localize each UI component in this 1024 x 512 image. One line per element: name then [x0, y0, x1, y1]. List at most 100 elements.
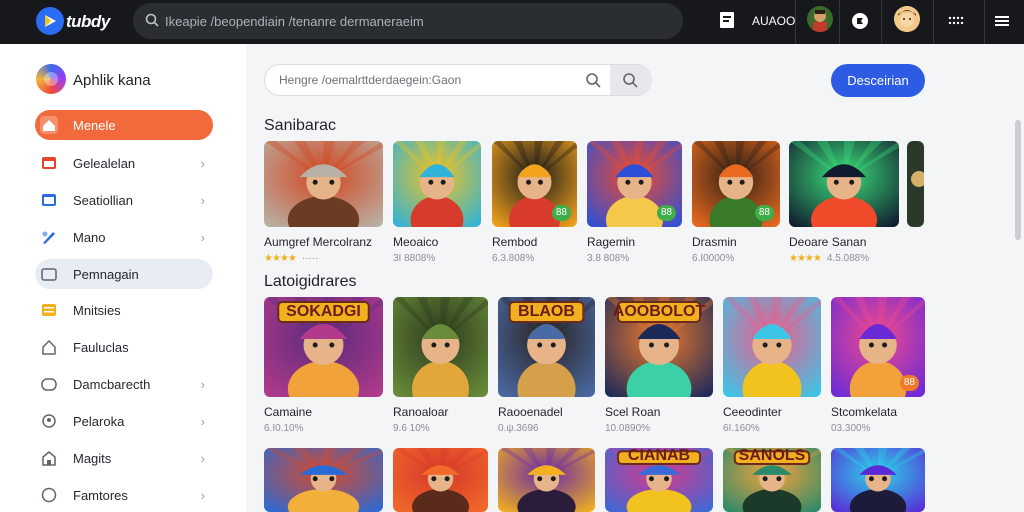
- game-card-partial[interactable]: [907, 141, 924, 227]
- game-card[interactable]: [264, 448, 383, 512]
- game-thumbnail[interactable]: SOKADGI: [264, 297, 383, 397]
- game-thumbnail[interactable]: [264, 141, 383, 227]
- tag-icon: [41, 378, 57, 391]
- game-thumbnail[interactable]: [264, 448, 383, 512]
- sidebar-item-pelaroka[interactable]: Pelaroka ›: [35, 406, 213, 436]
- sidebar-item-pemnagain[interactable]: Pemnagain: [35, 259, 213, 289]
- game-meta-text: 6.I0.10%: [264, 423, 304, 434]
- game-thumbnail[interactable]: SANOLS: [723, 448, 821, 512]
- profile-avatar[interactable]: [894, 6, 920, 32]
- main-search-bar[interactable]: Hengre /oemalrttderdaegein:Gaon: [264, 64, 652, 96]
- game-card[interactable]: [393, 448, 488, 512]
- notification-icon[interactable]: [851, 12, 869, 30]
- star-rating: ★★★★: [264, 253, 297, 264]
- window-menu-icon[interactable]: [994, 14, 1010, 28]
- game-card[interactable]: Ranoaloar 9.6 10%: [393, 297, 488, 434]
- sidebar-item-gelealelan[interactable]: Gelealelan ›: [35, 148, 213, 178]
- game-card[interactable]: CIANAB: [605, 448, 713, 512]
- game-card[interactable]: BLAOB Raooenadel 0.ψ.3696: [498, 297, 595, 434]
- game-thumbnail[interactable]: BLAOB: [498, 297, 595, 397]
- game-card[interactable]: Ceeodinter 6I.160%: [723, 297, 821, 434]
- chevron-right-icon: ›: [200, 230, 205, 245]
- sidebar-item-label: Fauluclas: [73, 340, 129, 355]
- game-card[interactable]: 88 Drasmin 6.I0000%: [692, 141, 780, 264]
- sidebar-item-fauluclas[interactable]: Fauluclas: [35, 332, 213, 362]
- sidebar-item-label: Magits: [73, 451, 112, 466]
- sidebar-item-mnitsies[interactable]: Mnitsies: [35, 295, 213, 325]
- scrollbar[interactable]: [1015, 120, 1021, 240]
- game-thumbnail: BLAOB: [498, 297, 595, 397]
- search-icon[interactable]: [585, 72, 601, 88]
- game-card[interactable]: Deoare Sanan ★★★★ 4.5.088%: [789, 141, 899, 264]
- person-icon: [42, 414, 56, 428]
- game-title[interactable]: Rembod: [492, 235, 577, 249]
- game-thumbnail[interactable]: AOOBOLOT: [605, 297, 713, 397]
- game-card[interactable]: AOOBOLOT Scel Roan 10.0890%: [605, 297, 713, 434]
- game-thumbnail[interactable]: 88: [587, 141, 682, 227]
- game-thumbnail[interactable]: [789, 141, 899, 227]
- primary-action-button[interactable]: Desceirian: [831, 64, 925, 97]
- upload-icon[interactable]: [718, 10, 736, 30]
- game-title[interactable]: Drasmin: [692, 235, 780, 249]
- section-title-featured: Sanibarac: [264, 117, 337, 134]
- game-card[interactable]: Aumgref Mercolranz ★★★★ ·····: [264, 141, 383, 264]
- sidebar-item-magits[interactable]: Magits ›: [35, 443, 213, 473]
- game-card[interactable]: 88 Rembod 6.3.808%: [492, 141, 577, 264]
- chevron-right-icon: ›: [200, 451, 205, 466]
- game-meta: ★★★★ ·····: [264, 253, 383, 264]
- game-title[interactable]: Aumgref Mercolranz: [264, 235, 383, 249]
- app-logo-icon[interactable]: [36, 7, 64, 35]
- sidebar-item-seatiollian[interactable]: Seatiollian ›: [35, 185, 213, 215]
- game-thumbnail[interactable]: [393, 448, 488, 512]
- game-thumbnail[interactable]: [723, 297, 821, 397]
- game-card[interactable]: [831, 448, 925, 512]
- sidebar-item-famtores[interactable]: Famtores ›: [35, 480, 213, 510]
- game-title[interactable]: Camaine: [264, 405, 383, 419]
- game-card[interactable]: SOKADGI Camaine 6.I0.10%: [264, 297, 383, 434]
- sidebar-item-damcbarecth[interactable]: Damcbarecth ›: [35, 369, 213, 399]
- game-title[interactable]: Scel Roan: [605, 405, 713, 419]
- game-thumbnail: AOOBOLOT: [605, 297, 713, 397]
- game-card[interactable]: 88 Ragemin 3.8 808%: [587, 141, 682, 264]
- game-title[interactable]: Meoaico: [393, 235, 481, 249]
- game-thumbnail[interactable]: [393, 297, 488, 397]
- shop-icon: [42, 451, 56, 466]
- game-character-avatar[interactable]: [807, 6, 833, 32]
- folder-icon: [41, 268, 57, 281]
- chevron-right-icon: ›: [200, 414, 205, 429]
- game-thumbnail: SOKADGI: [264, 297, 383, 397]
- game-meta: ★★★★ 4.5.088%: [789, 253, 899, 264]
- game-title[interactable]: Ceeodinter: [723, 405, 821, 419]
- game-thumbnail: [498, 448, 595, 512]
- sidebar-item-mano[interactable]: Mano ›: [35, 222, 213, 252]
- game-card[interactable]: Meoaico 3I 8808%: [393, 141, 481, 264]
- game-card[interactable]: [498, 448, 595, 512]
- game-thumbnail[interactable]: [831, 448, 925, 512]
- top-search-bar[interactable]: Ikeapie /beopendiain /tenanre dermanerae…: [133, 3, 683, 39]
- game-meta-text: 0.ψ.3696: [498, 423, 539, 434]
- game-title[interactable]: Ragemin: [587, 235, 682, 249]
- game-thumbnail[interactable]: [498, 448, 595, 512]
- game-thumbnail[interactable]: 88: [831, 297, 925, 397]
- sidebar-item-menele[interactable]: Menele: [35, 110, 213, 140]
- game-thumbnail[interactable]: [393, 141, 481, 227]
- game-thumbnail[interactable]: 88: [692, 141, 780, 227]
- game-thumbnail[interactable]: 88: [492, 141, 577, 227]
- game-thumbnail[interactable]: [907, 141, 924, 227]
- game-title[interactable]: Stcomkelata: [831, 405, 925, 419]
- game-thumbnail: [831, 448, 925, 512]
- sidebar-title: Aphlik kana: [73, 72, 151, 89]
- window-icon: [42, 194, 56, 206]
- game-title[interactable]: Ranoaloar: [393, 405, 488, 419]
- sidebar-item-label: Menele: [73, 118, 116, 133]
- game-card[interactable]: 88 Stcomkelata 03.300%: [831, 297, 925, 434]
- search-submit-button[interactable]: [610, 65, 652, 95]
- game-thumbnail: [907, 141, 924, 227]
- game-title[interactable]: Raooenadel: [498, 405, 595, 419]
- game-card[interactable]: SANOLS: [723, 448, 821, 512]
- menu-icon[interactable]: [948, 16, 964, 26]
- game-thumbnail[interactable]: CIANAB: [605, 448, 713, 512]
- brand-name[interactable]: tubdy: [66, 12, 110, 32]
- game-title[interactable]: Deoare Sanan: [789, 235, 899, 249]
- game-thumbnail: SANOLS: [723, 448, 821, 512]
